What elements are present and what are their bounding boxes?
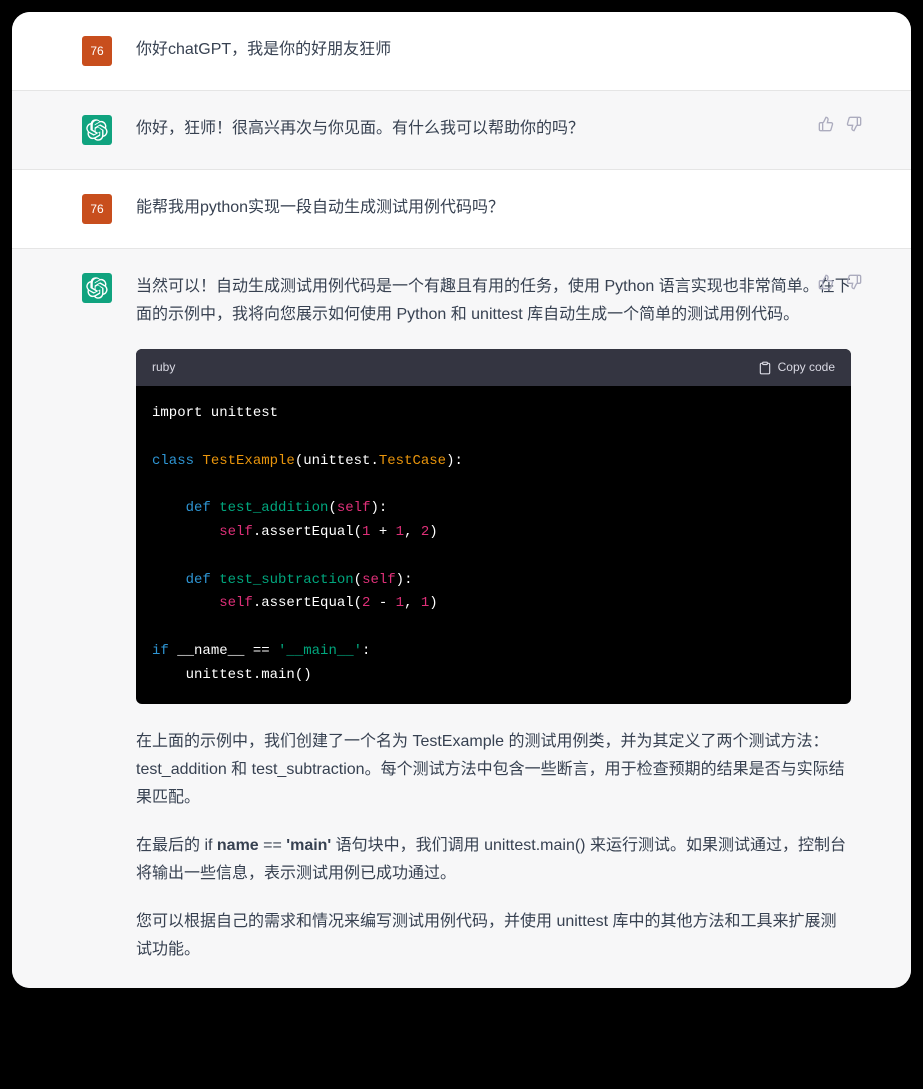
user-turn: 76 你好chatGPT，我是你的好朋友狂师 — [12, 12, 911, 91]
user-turn: 76 能帮我用python实现一段自动生成测试用例代码吗？ — [12, 170, 911, 249]
thumbs-down-button[interactable] — [845, 273, 863, 291]
code-header: ruby Copy code — [136, 349, 851, 386]
code-block: ruby Copy code import unittest class Tes… — [136, 349, 851, 704]
copy-code-button[interactable]: Copy code — [758, 357, 835, 378]
thumbs-down-icon — [846, 116, 862, 132]
message-text: 在最后的 if name == 'main' 语句块中，我们调用 unittes… — [136, 832, 851, 888]
chat-window: 76 你好chatGPT，我是你的好朋友狂师 你好，狂师！很高兴再次与你见面。有… — [12, 12, 911, 988]
openai-icon — [86, 277, 108, 299]
message-content: 当然可以！自动生成测试用例代码是一个有趣且有用的任务，使用 Python 语言实… — [136, 273, 851, 964]
thumbs-down-icon — [846, 274, 862, 290]
assistant-turn: 当然可以！自动生成测试用例代码是一个有趣且有用的任务，使用 Python 语言实… — [12, 249, 911, 988]
thumbs-up-button[interactable] — [817, 273, 835, 291]
message-text: 您可以根据自己的需求和情况来编写测试用例代码，并使用 unittest 库中的其… — [136, 908, 851, 964]
message-text: 在上面的示例中，我们创建了一个名为 TestExample 的测试用例类，并为其… — [136, 728, 851, 812]
thumbs-down-button[interactable] — [845, 115, 863, 133]
thumbs-up-icon — [818, 116, 834, 132]
user-avatar: 76 — [82, 36, 112, 66]
message-content: 你好chatGPT，我是你的好朋友狂师 — [136, 36, 851, 66]
assistant-avatar — [82, 115, 112, 145]
message-text: 能帮我用python实现一段自动生成测试用例代码吗？ — [136, 194, 851, 222]
code-content: import unittest class TestExample(unitte… — [136, 386, 851, 704]
message-content: 能帮我用python实现一段自动生成测试用例代码吗？ — [136, 194, 851, 224]
copy-code-label: Copy code — [778, 357, 835, 378]
message-text: 你好chatGPT，我是你的好朋友狂师 — [136, 36, 851, 64]
feedback-buttons — [817, 115, 863, 133]
feedback-buttons — [817, 273, 863, 291]
message-content: 你好，狂师！很高兴再次与你见面。有什么我可以帮助你的吗？ — [136, 115, 851, 145]
clipboard-icon — [758, 361, 772, 375]
assistant-avatar — [82, 273, 112, 303]
code-language-label: ruby — [152, 357, 175, 378]
user-avatar: 76 — [82, 194, 112, 224]
thumbs-up-button[interactable] — [817, 115, 835, 133]
message-text: 当然可以！自动生成测试用例代码是一个有趣且有用的任务，使用 Python 语言实… — [136, 273, 851, 329]
thumbs-up-icon — [818, 274, 834, 290]
message-text: 你好，狂师！很高兴再次与你见面。有什么我可以帮助你的吗？ — [136, 115, 851, 143]
assistant-turn: 你好，狂师！很高兴再次与你见面。有什么我可以帮助你的吗？ — [12, 91, 911, 170]
openai-icon — [86, 119, 108, 141]
